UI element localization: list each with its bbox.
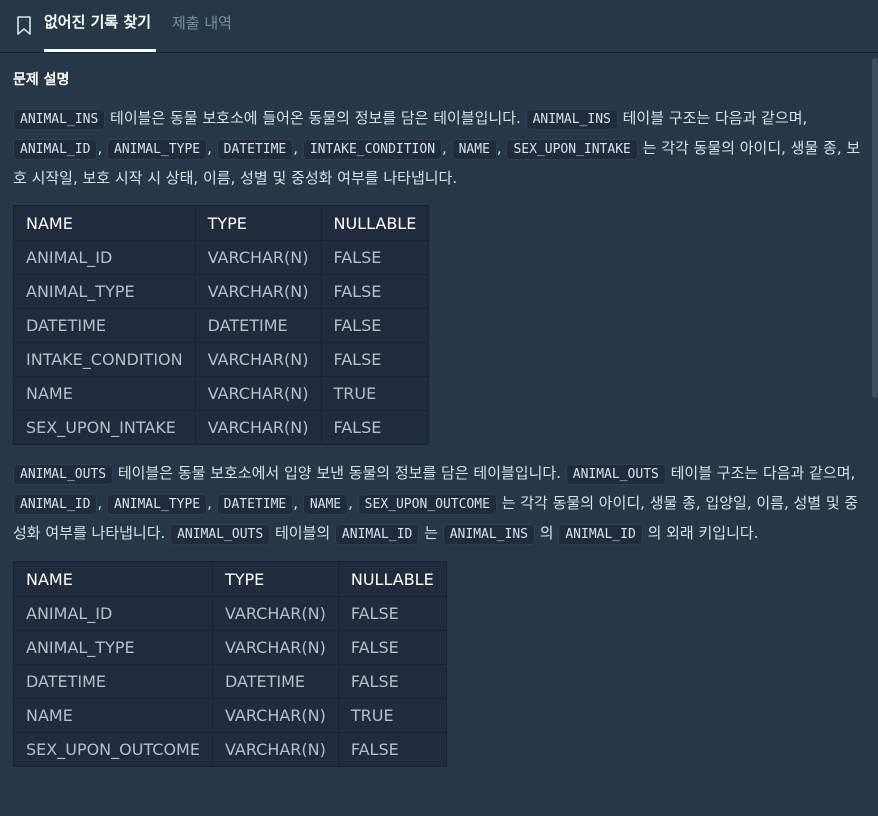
table-cell: DATETIME: [13, 664, 213, 699]
inline-code: NAME: [302, 494, 349, 515]
table-cell: INTAKE_CONDITION: [13, 342, 196, 377]
table-cell: ANIMAL_ID: [13, 240, 196, 275]
table-cell: VARCHAR(N): [211, 630, 339, 665]
table-cell: TRUE: [320, 376, 430, 411]
table-cell: DATETIME: [211, 664, 339, 699]
table-header-row: NAME TYPE NULLABLE: [13, 205, 430, 241]
table-cell: FALSE: [337, 664, 447, 699]
inline-code: ANIMAL_ID: [334, 524, 420, 545]
table-row: INTAKE_CONDITION VARCHAR(N) FALSE: [13, 342, 430, 377]
text: ,: [293, 494, 303, 512]
text: 테이블은 동물 보호소에 들어온 동물의 정보를 담은 테이블입니다.: [105, 109, 526, 127]
table-cell: FALSE: [320, 410, 430, 445]
inline-code: ANIMAL_INS: [442, 524, 535, 545]
inline-code: ANIMAL_INS: [13, 109, 106, 130]
inline-code: INTAKE_CONDITION: [302, 139, 443, 160]
scrollbar[interactable]: [872, 58, 878, 398]
paragraph-animal-outs: ANIMAL_OUTS 테이블은 동물 보호소에서 입양 보낸 동물의 정보를 …: [13, 459, 863, 549]
tab-bar: 없어진 기록 찾기 제출 내역: [0, 0, 878, 53]
column-header: TYPE: [211, 561, 339, 597]
table-row: SEX_UPON_OUTCOME VARCHAR(N) FALSE: [13, 732, 447, 767]
table-cell: ANIMAL_TYPE: [13, 274, 196, 309]
inline-code: ANIMAL_OUTS: [170, 524, 271, 545]
column-header: NULLABLE: [337, 561, 447, 597]
table-cell: VARCHAR(N): [211, 596, 339, 631]
table-row: NAME VARCHAR(N) TRUE: [13, 376, 430, 411]
inline-code: ANIMAL_OUTS: [565, 464, 666, 485]
tab-problem[interactable]: 없어진 기록 찾기: [44, 0, 156, 52]
table-animal-ins: NAME TYPE NULLABLE ANIMAL_ID VARCHAR(N) FA…: [13, 205, 430, 445]
table-cell: FALSE: [320, 308, 430, 343]
text: 테이블의: [270, 524, 335, 542]
table-row: DATETIME DATETIME FALSE: [13, 308, 430, 343]
text: ,: [207, 139, 217, 157]
text: ,: [293, 139, 303, 157]
problem-description: 문제 설명 ANIMAL_INS 테이블은 동물 보호소에 들어온 동물의 정보…: [13, 60, 863, 781]
table-cell: DATETIME: [194, 308, 322, 343]
column-header: TYPE: [194, 205, 322, 241]
inline-code: ANIMAL_ID: [558, 524, 643, 545]
inline-code: ANIMAL_TYPE: [107, 139, 208, 160]
text: 는: [419, 524, 443, 542]
column-header: NAME: [13, 205, 196, 241]
text: ,: [97, 139, 107, 157]
text: ,: [207, 494, 217, 512]
table-cell: VARCHAR(N): [194, 410, 322, 445]
paragraph-animal-ins: ANIMAL_INS 테이블은 동물 보호소에 들어온 동물의 정보를 담은 테…: [13, 104, 863, 193]
inline-code: NAME: [451, 139, 497, 160]
table-cell: DATETIME: [13, 308, 196, 343]
text: 테이블 구조는 다음과 같으며,: [665, 464, 856, 482]
table-cell: NAME: [13, 376, 196, 411]
column-header: NAME: [13, 561, 213, 597]
column-header: NULLABLE: [320, 205, 430, 241]
text: ,: [348, 494, 358, 512]
table-cell: ANIMAL_TYPE: [13, 630, 213, 665]
table-cell: FALSE: [337, 732, 447, 767]
table-row: DATETIME DATETIME FALSE: [13, 664, 447, 699]
inline-code: ANIMAL_ID: [13, 139, 98, 160]
table-cell: VARCHAR(N): [211, 732, 339, 767]
table-cell: FALSE: [337, 630, 447, 665]
text: ,: [97, 494, 107, 512]
table-row: NAME VARCHAR(N) TRUE: [13, 698, 447, 733]
inline-code: ANIMAL_TYPE: [107, 494, 208, 515]
inline-code: SEX_UPON_OUTCOME: [357, 494, 497, 515]
tab-submissions[interactable]: 제출 내역: [172, 0, 232, 52]
table-cell: SEX_UPON_OUTCOME: [13, 732, 213, 767]
table-animal-outs: NAME TYPE NULLABLE ANIMAL_ID VARCHAR(N) FA…: [13, 561, 447, 767]
table-cell: FALSE: [320, 342, 430, 377]
table-row: ANIMAL_ID VARCHAR(N) FALSE: [13, 240, 430, 275]
table-cell: FALSE: [320, 240, 430, 275]
table-cell: ANIMAL_ID: [13, 596, 213, 631]
table-cell: VARCHAR(N): [211, 698, 339, 733]
table-row: ANIMAL_ID VARCHAR(N) FALSE: [13, 596, 447, 631]
table-cell: FALSE: [320, 274, 430, 309]
table-cell: VARCHAR(N): [194, 274, 322, 309]
inline-code: DATETIME: [216, 139, 294, 160]
table-cell: VARCHAR(N): [194, 342, 322, 377]
table-cell: VARCHAR(N): [194, 240, 322, 275]
table-cell: SEX_UPON_INTAKE: [13, 410, 196, 445]
table-row: SEX_UPON_INTAKE VARCHAR(N) FALSE: [13, 410, 430, 445]
text: 의 외래 키입니다.: [642, 524, 759, 542]
inline-code: DATETIME: [216, 494, 294, 515]
table-cell: NAME: [13, 698, 213, 733]
text: 테이블 구조는 다음과 같으며,: [617, 109, 808, 127]
inline-code: SEX_UPON_INTAKE: [506, 139, 638, 160]
text: ,: [442, 139, 452, 157]
inline-code: ANIMAL_ID: [13, 494, 98, 515]
table-cell: FALSE: [337, 596, 447, 631]
inline-code: ANIMAL_OUTS: [13, 464, 114, 485]
inline-code: ANIMAL_INS: [525, 109, 618, 130]
table-cell: VARCHAR(N): [194, 376, 322, 411]
bookmark-icon[interactable]: [16, 16, 32, 36]
table-row: ANIMAL_TYPE VARCHAR(N) FALSE: [13, 274, 430, 309]
table-row: ANIMAL_TYPE VARCHAR(N) FALSE: [13, 630, 447, 665]
table-cell: TRUE: [337, 698, 447, 733]
section-title: 문제 설명: [13, 72, 70, 88]
table-header-row: NAME TYPE NULLABLE: [13, 561, 447, 597]
text: 테이블은 동물 보호소에서 입양 보낸 동물의 정보를 담은 테이블입니다.: [113, 464, 566, 482]
text: 의: [535, 524, 559, 542]
